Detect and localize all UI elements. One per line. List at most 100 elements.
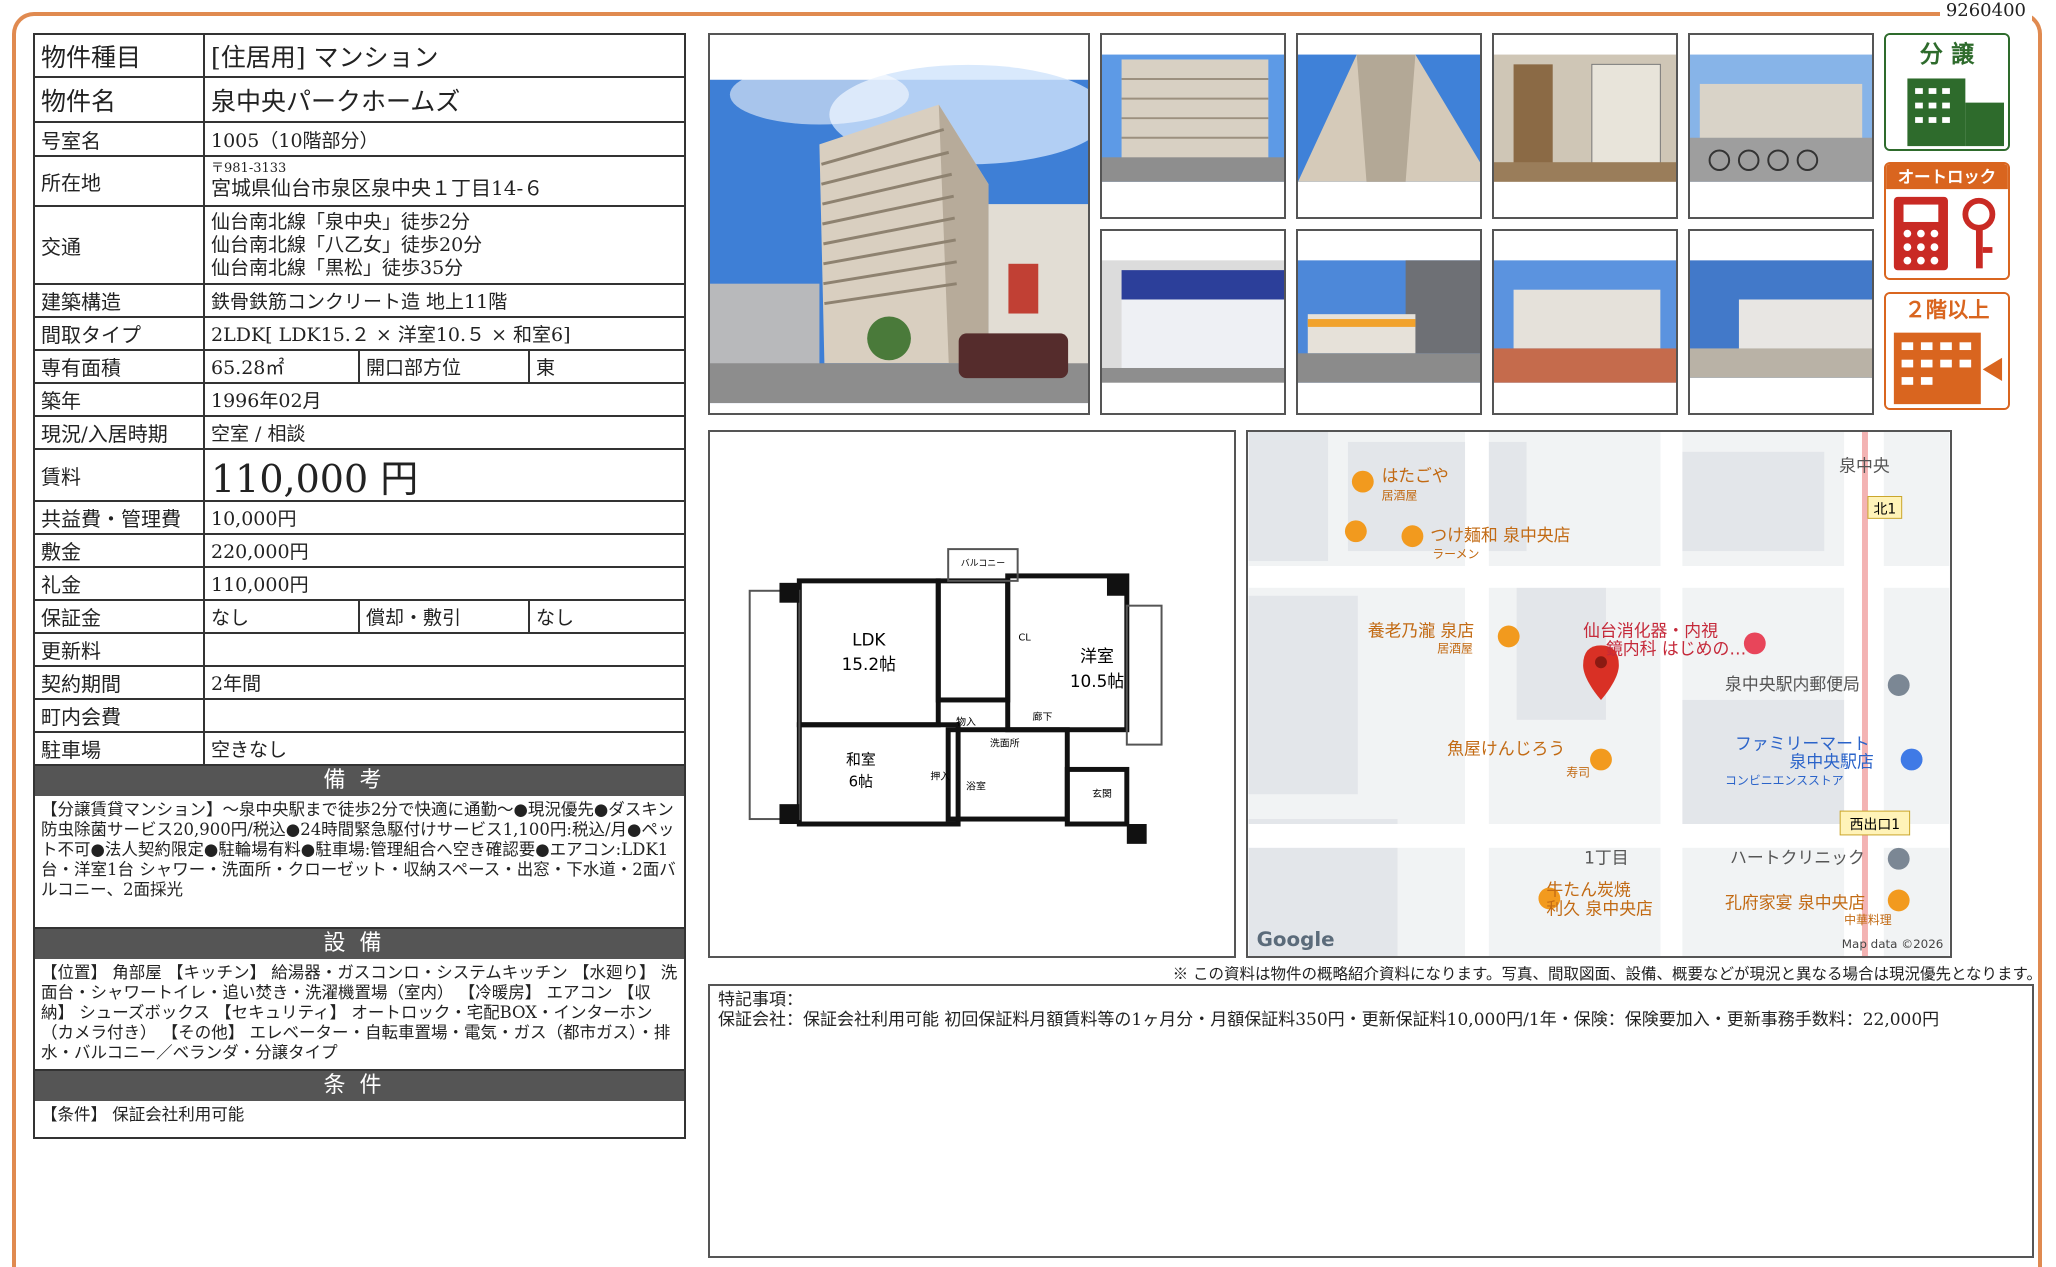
map-label: 1丁目 — [1584, 848, 1628, 868]
association-label: 町内会費 — [35, 700, 205, 731]
direction-label: 開口部方位 — [360, 351, 530, 382]
map-label: 鏡内科 はじめの… — [1606, 638, 1746, 658]
map-copyright: Map data ©2026 — [1842, 937, 1944, 951]
contract-label: 契約期間 — [35, 667, 205, 698]
address-label: 所在地 — [35, 157, 205, 205]
row-parking: 駐車場 空きなし — [35, 733, 684, 766]
built-label: 築年 — [35, 384, 205, 415]
row-status: 現況/入居時期 空室 / 相談 — [35, 417, 684, 450]
key-money-value: 110,000円 — [211, 574, 309, 596]
map-label: 牛たん炭焼 — [1546, 879, 1630, 899]
japanese-room-size: 6帖 — [849, 772, 873, 790]
map-label: 居酒屋 — [1437, 641, 1473, 655]
map-label: 養老乃瀧 泉店 — [1368, 620, 1475, 640]
parking-value: 空きなし — [211, 739, 288, 761]
row-type: 物件種目 [住居用] マンション — [35, 35, 684, 78]
room-value: 1005（10階部分） — [211, 129, 379, 152]
area-map[interactable]: はたごや 居酒屋 つけ麺和 泉中央店 ラーメン 養老乃瀧 泉店 居酒屋 魚屋けん… — [1246, 430, 1952, 958]
thumbnail-photo[interactable] — [1492, 229, 1678, 415]
deposit-label: 敷金 — [35, 535, 205, 566]
thumbnail-photo[interactable] — [1296, 229, 1482, 415]
thumbnail-photo[interactable] — [1100, 33, 1286, 219]
row-structure: 建築構造 鉄骨鉄筋コンクリート造 地上11階 — [35, 285, 684, 318]
floor-plan[interactable]: LDK 15.2帖 洋室 10.5帖 和室 6帖 バルコニー 玄関 洗面所 浴室… — [708, 430, 1236, 958]
row-contract: 契約期間 2年間 — [35, 667, 684, 700]
map-label: 孔府家宴 泉中央店 — [1725, 892, 1865, 912]
storage-label: 物入 — [956, 715, 976, 728]
direction-value: 東 — [536, 357, 556, 379]
autolock-text: オートロック — [1898, 167, 1996, 186]
entrance-hall-image — [1494, 35, 1676, 217]
map-label: 居酒屋 — [1382, 488, 1418, 502]
area-label: 専有面積 — [35, 351, 205, 382]
status-label: 現況/入居時期 — [35, 417, 205, 448]
closet-label: CL — [1018, 632, 1031, 643]
status-value: 空室 / 相談 — [211, 423, 306, 445]
thumbnail-photo[interactable] — [1688, 33, 1874, 219]
thumbnail-photo[interactable] — [1688, 229, 1874, 415]
bicycle-parking-image — [1690, 35, 1872, 217]
exit-label: 西出口1 — [1850, 817, 1900, 833]
row-renewal: 更新料 — [35, 634, 684, 667]
layout-label: 間取タイプ — [35, 318, 205, 349]
entrance-label: 玄関 — [1092, 787, 1112, 800]
access-line: 仙台南北線「黒松」徒歩35分 — [211, 256, 464, 279]
map-label: 寿司 — [1566, 765, 1590, 779]
upper-floor-icon: ２階以上 — [1886, 294, 2008, 408]
floor-text: ２階以上 — [1904, 298, 1989, 323]
row-built: 築年 1996年02月 — [35, 384, 684, 417]
remarks-text: 【分譲賃貸マンション】～泉中央駅まで徒歩2分で快適に通勤～●現況優先●ダスキン防… — [35, 796, 684, 929]
thumbnail-photo[interactable] — [1492, 33, 1678, 219]
row-guarantee: 保証金 なし 償却・敷引 なし — [35, 601, 684, 634]
access-label: 交通 — [35, 207, 205, 283]
guarantee-value: なし — [205, 601, 360, 632]
thumbnail-photo[interactable] — [1100, 229, 1286, 415]
room-label: 号室名 — [35, 123, 205, 155]
guarantee-label: 保証金 — [35, 601, 205, 632]
map-label: つけ麺和 泉中央店 — [1430, 525, 1570, 545]
amortization-value: なし — [536, 607, 575, 629]
layout-value: 2LDK[ LDK15.２ × 洋室10.５ × 和室6] — [211, 324, 571, 346]
renewal-label: 更新料 — [35, 634, 205, 665]
document-number: 9260400 — [1939, 0, 2032, 21]
bunjo-text: 分 譲 — [1920, 41, 1975, 68]
equipment-heading: 設備 — [35, 929, 684, 959]
exit-label: 北1 — [1873, 501, 1896, 517]
access-cell: 仙台南北線「泉中央」徒歩2分 仙台南北線「八乙女」徒歩20分 仙台南北線「黒松」… — [205, 207, 684, 283]
association-value — [205, 700, 684, 731]
row-layout: 間取タイプ 2LDK[ LDK15.２ × 洋室10.５ × 和室6] — [35, 318, 684, 351]
japanese-room-label: 和室 — [846, 750, 876, 768]
map-label: 泉中央駅店 — [1790, 751, 1874, 771]
area-value: 65.28㎡ — [205, 351, 360, 382]
row-rent: 賃料 110,000 円 — [35, 450, 684, 502]
disclaimer-note: ※ この資料は物件の概略紹介資料になります。写真、間取図面、設備、概要などが現況… — [1172, 965, 2042, 983]
postal-code: 〒981-3133 — [211, 161, 287, 176]
station-area-image — [1690, 231, 1872, 413]
map-label: 泉中央 — [1839, 456, 1890, 476]
amortization-label: 償却・敷引 — [360, 601, 530, 632]
map-label: 泉中央駅内郵便局 — [1725, 674, 1860, 694]
row-fee: 共益費・管理費 10,000円 — [35, 502, 684, 535]
ldk-size: 15.2帖 — [842, 654, 897, 674]
autolock-icon: オートロック — [1886, 164, 2008, 278]
map-label: コンビニエンスストア — [1725, 773, 1844, 787]
google-logo: Google — [1257, 928, 1335, 951]
map-label: 魚屋けんじろう — [1447, 739, 1565, 759]
name-value: 泉中央パークホームズ — [211, 86, 461, 116]
row-deposit: 敷金 220,000円 — [35, 535, 684, 568]
convenience-store-image — [1298, 231, 1480, 413]
thumbnail-photo[interactable] — [1296, 33, 1482, 219]
corridor-label: 廊下 — [1033, 710, 1053, 723]
built-value: 1996年02月 — [211, 390, 322, 412]
name-label: 物件名 — [35, 78, 205, 121]
special-notes-title: 特記事項： — [718, 990, 803, 1010]
closet-label-2: 押入 — [930, 769, 950, 782]
map-drawing: はたごや 居酒屋 つけ麺和 泉中央店 ラーメン 養老乃瀧 泉店 居酒屋 魚屋けん… — [1248, 432, 1950, 956]
fee-label: 共益費・管理費 — [35, 502, 205, 533]
ldk-label: LDK — [852, 629, 886, 649]
special-notes-box: 特記事項： 保証会社：保証会社利用可能 初回保証料月額賃料等の1ヶ月分・月額保証… — [708, 984, 2034, 1258]
map-label: ラーメン — [1432, 547, 1479, 561]
type-label: 物件種目 — [35, 35, 205, 76]
main-building-photo[interactable] — [708, 33, 1090, 415]
access-line: 仙台南北線「泉中央」徒歩2分 — [211, 210, 471, 233]
